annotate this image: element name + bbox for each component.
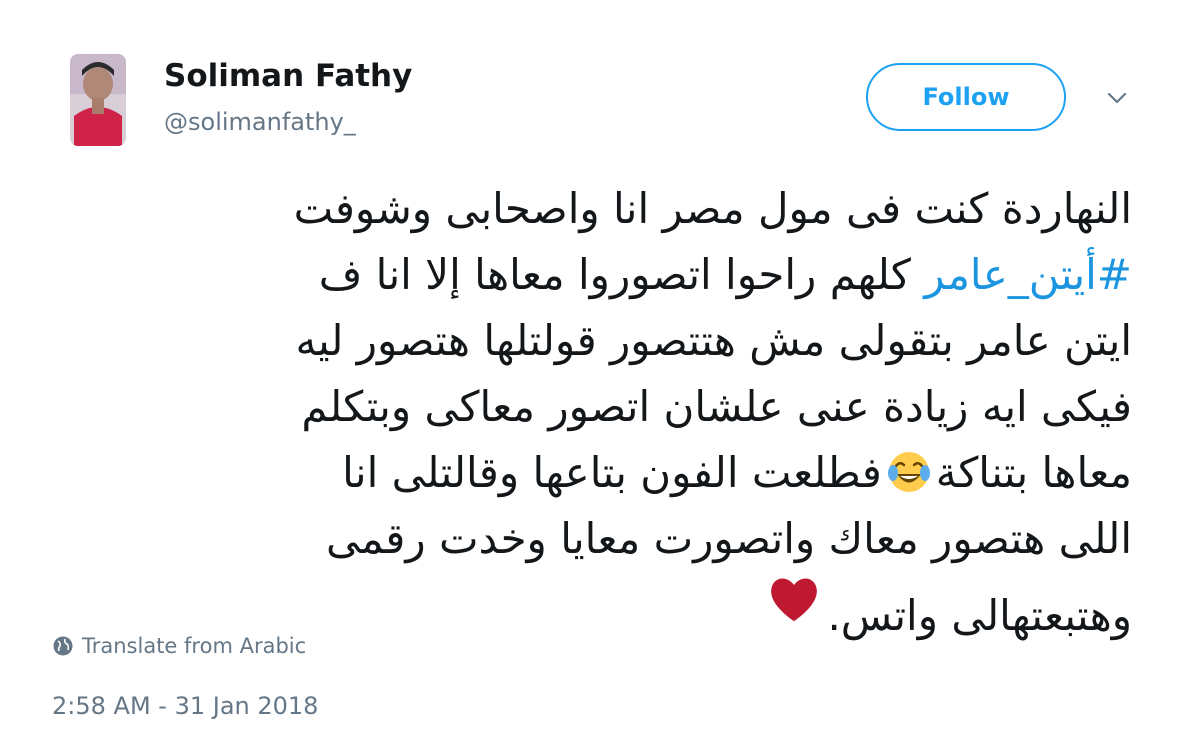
translate-link[interactable]: Translate from Arabic	[52, 634, 306, 658]
tweet-line: ايتن عامر بتقولى مش هتتصور قولتلها هتصور…	[295, 316, 1132, 365]
globe-icon	[53, 636, 73, 656]
red-heart-icon	[771, 578, 818, 622]
chevron-down-icon[interactable]	[1104, 88, 1130, 108]
tweet-line: فيكى ايه زيادة عنى علشان اتصور معاكى وبت…	[301, 382, 1132, 431]
tweet-line: معاها بتناكة فطلعت الفون بتاعها وقالتلى …	[50, 440, 1132, 506]
translate-label: Translate from Arabic	[82, 634, 307, 658]
profile-photo-icon	[70, 54, 126, 146]
follow-button[interactable]: Follow	[866, 63, 1066, 131]
avatar[interactable]	[70, 54, 126, 146]
tweet-line: اللى هتصور معاك واتصورت معايا وخدت رقمى	[326, 514, 1132, 563]
tweet-line: النهاردة كنت فى مول مصر انا واصحابى وشوف…	[293, 184, 1132, 233]
author-handle[interactable]: @solimanfathy_	[164, 108, 356, 136]
tweet-text: النهاردة كنت فى مول مصر انا واصحابى وشوف…	[50, 176, 1132, 649]
author-name[interactable]: Soliman Fathy	[164, 58, 412, 94]
timestamp[interactable]: 2:58 AM - 31 Jan 2018	[52, 692, 318, 720]
tweet-line-text: كلهم راحوا اتصوروا معاها إلا انا ف	[318, 250, 911, 299]
hashtag-link[interactable]: #أيتن_عامر	[924, 250, 1132, 299]
tweet-line-text: وهتبعتهالى واتس.	[827, 591, 1132, 640]
tweet-line: #أيتن_عامر كلهم راحوا اتصوروا معاها إلا …	[50, 242, 1132, 308]
tweet-line-text: فطلعت الفون بتاعها وقالتلى انا	[342, 448, 882, 497]
face-with-tears-of-joy-icon	[887, 452, 930, 492]
tweet-line-text: معاها بتناكة	[935, 448, 1132, 497]
